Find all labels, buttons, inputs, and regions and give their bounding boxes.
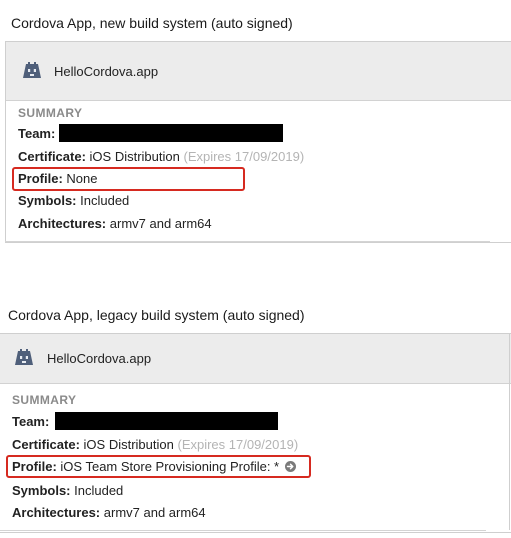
- certificate-label: Certificate:: [18, 149, 86, 164]
- panel-header: HelloCordova.app: [6, 42, 511, 101]
- profile-row: Profile: None: [18, 171, 98, 187]
- profile-value[interactable]: iOS Team Store Provisioning Profile: *: [60, 459, 279, 474]
- architectures-value: armv7 and arm64: [109, 216, 212, 231]
- certificate-value: iOS Distribution: [83, 437, 174, 452]
- profile-label: Profile:: [12, 459, 57, 474]
- architectures-label: Architectures:: [12, 505, 101, 520]
- team-row: Team:: [12, 414, 49, 430]
- team-redacted-value: [59, 124, 283, 142]
- panel-2-bottom-rule: [0, 530, 486, 531]
- panel-2-right-edge: [509, 333, 510, 530]
- certificate-value: iOS Distribution: [89, 149, 180, 164]
- panel-1-bottom-rule: [5, 241, 490, 242]
- panel-header: HelloCordova.app: [0, 334, 511, 384]
- certificate-row: Certificate: iOS Distribution (Expires 1…: [12, 437, 298, 453]
- architectures-value: armv7 and arm64: [103, 505, 206, 520]
- build-summary-panel-legacy: HelloCordova.app SUMMARY Team: Certifica…: [0, 333, 511, 533]
- symbols-label: Symbols:: [18, 193, 77, 208]
- symbols-row: Symbols: Included: [12, 483, 123, 499]
- profile-row: Profile: iOS Team Store Provisioning Pro…: [12, 459, 296, 475]
- symbols-label: Symbols:: [12, 483, 71, 498]
- arrow-circle-right-icon[interactable]: [284, 461, 296, 472]
- certificate-expiry: (Expires 17/09/2019): [183, 149, 305, 164]
- summary-heading: SUMMARY: [12, 393, 77, 407]
- cordova-app-icon: [14, 349, 34, 367]
- cordova-app-icon: [22, 62, 42, 80]
- symbols-value: Included: [80, 193, 130, 208]
- certificate-row: Certificate: iOS Distribution (Expires 1…: [18, 149, 304, 165]
- team-label: Team:: [18, 126, 56, 141]
- profile-label: Profile:: [18, 171, 63, 186]
- team-row: Team:: [18, 126, 55, 142]
- architectures-row: Architectures: armv7 and arm64: [18, 216, 212, 232]
- team-redacted-value: [55, 412, 278, 430]
- summary-heading: SUMMARY: [18, 106, 83, 120]
- certificate-expiry: (Expires 17/09/2019): [177, 437, 299, 452]
- certificate-label: Certificate:: [12, 437, 80, 452]
- team-label: Team:: [12, 414, 50, 429]
- panel-2-caption: Cordova App, legacy build system (auto s…: [8, 307, 305, 323]
- architectures-label: Architectures:: [18, 216, 107, 231]
- symbols-row: Symbols: Included: [18, 193, 129, 209]
- panel-1-caption: Cordova App, new build system (auto sign…: [11, 15, 293, 31]
- app-name: HelloCordova.app: [47, 351, 152, 366]
- build-summary-panel-new: HelloCordova.app SUMMARY Team: Certifica…: [5, 41, 511, 243]
- app-name: HelloCordova.app: [54, 64, 159, 79]
- symbols-value: Included: [74, 483, 124, 498]
- architectures-row: Architectures: armv7 and arm64: [12, 505, 206, 521]
- profile-value: None: [66, 171, 98, 186]
